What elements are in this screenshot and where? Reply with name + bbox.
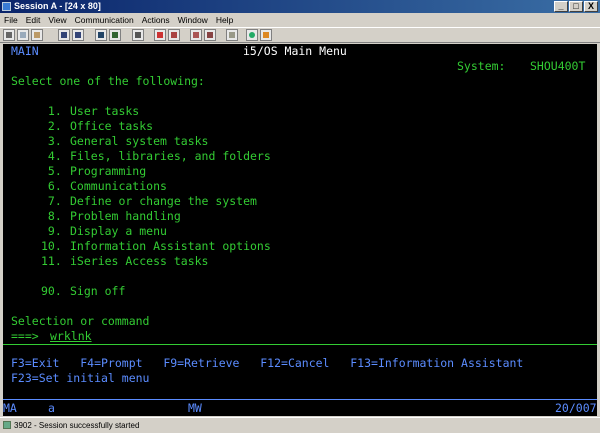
minimize-button[interactable]: _ [554,1,568,12]
toolbar [0,27,600,43]
option-num: 7. [41,194,62,208]
menu-edit[interactable]: Edit [22,15,45,25]
operator-information-area: MA a MW 20/007 [3,401,597,416]
option-programming[interactable]: Programming [70,164,146,179]
option-iseries-access-tasks[interactable]: iSeries Access tasks [70,254,208,269]
print-screen-icon[interactable] [3,29,15,41]
app-icon[interactable] [2,2,11,11]
maximize-button[interactable]: □ [569,1,583,12]
stop-icon[interactable] [154,29,166,41]
close-button[interactable]: X [584,1,598,12]
option-num: 8. [41,209,62,223]
option-num: 1. [41,104,62,118]
system-label: System: [457,59,506,73]
option-num: 5. [41,164,62,178]
command-input[interactable]: wrklnk [50,329,92,344]
clipboard-icon[interactable] [226,29,238,41]
select-prompt: Select one of the following: [11,74,205,88]
status-text: 3902 - Session successfully started [14,421,140,430]
option-display-menu[interactable]: Display a menu [70,224,167,239]
option-num: 2. [41,119,62,133]
menu-bar: File Edit View Communication Actions Win… [0,13,600,27]
oia-status-indicator: a [48,401,55,415]
record-macro-icon[interactable] [168,29,180,41]
oia-divider [3,399,597,400]
option-define-change-system[interactable]: Define or change the system [70,194,257,209]
play-macro-icon[interactable] [190,29,202,41]
display-icon[interactable] [95,29,107,41]
command-prompt: ===> [11,329,39,343]
selection-label: Selection or command [11,314,150,328]
menu-file[interactable]: File [0,15,22,25]
oia-mode: MW [188,401,202,415]
menu-view[interactable]: View [44,15,70,25]
function-keys-line-2: F23=Set initial menu [11,371,150,385]
map-icon[interactable] [246,29,258,41]
receive-icon[interactable] [72,29,84,41]
window-title: Session A - [24 x 80] [14,1,101,11]
option-num: 10. [41,239,62,253]
paste-icon[interactable] [31,29,43,41]
session-status-icon [3,421,11,429]
copy-icon[interactable] [17,29,29,41]
option-user-tasks[interactable]: User tasks [70,104,139,119]
oia-session-indicator: MA [3,401,17,415]
menu-id: MAIN [11,44,39,58]
option-num: 9. [41,224,62,238]
send-icon[interactable] [58,29,70,41]
option-files-libraries-folders[interactable]: Files, libraries, and folders [70,149,271,164]
option-office-tasks[interactable]: Office tasks [70,119,153,134]
option-num: 6. [41,179,62,193]
option-communications[interactable]: Communications [70,179,167,194]
macro-icon[interactable] [204,29,216,41]
option-num: 11. [41,254,62,268]
title-bar: Session A - [24 x 80] _ □ X [0,0,600,13]
option-information-assistant[interactable]: Information Assistant options [70,239,271,254]
function-keys-line-1: F3=Exit F4=Prompt F9=Retrieve F12=Cancel… [11,356,524,370]
cursor-position: 20/007 [555,401,597,415]
command-field-underline [3,344,597,345]
menu-window[interactable]: Window [174,15,212,25]
option-sign-off[interactable]: Sign off [70,284,125,299]
status-bar: 3902 - Session successfully started [0,417,600,432]
option-problem-handling[interactable]: Problem handling [70,209,181,224]
menu-communication[interactable]: Communication [71,15,138,25]
color-icon[interactable] [109,29,121,41]
keyboard-icon[interactable] [132,29,144,41]
terminal-screen[interactable]: MAIN i5/OS Main Menu System: SHOU400T Se… [3,44,597,416]
option-num: 3. [41,134,62,148]
system-name: SHOU400T [530,59,586,73]
menu-help[interactable]: Help [212,15,237,25]
option-num: 90. [41,284,62,298]
help-icon[interactable] [260,29,272,41]
menu-actions[interactable]: Actions [138,15,174,25]
screen-title: i5/OS Main Menu [243,44,347,58]
option-general-system-tasks[interactable]: General system tasks [70,134,208,149]
option-num: 4. [41,149,62,163]
